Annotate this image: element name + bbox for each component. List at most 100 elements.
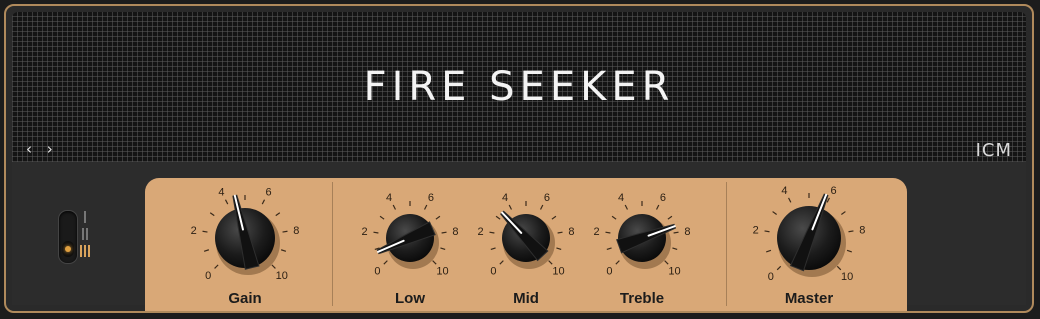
scale-tick [383, 260, 388, 265]
mid-label: Mid [513, 290, 539, 307]
master-knob[interactable]: 0 2 4 6 8 10 [744, 178, 874, 288]
scale-tick [672, 247, 678, 251]
scale-label: 0 [374, 266, 380, 278]
scale-tick [214, 264, 219, 269]
treble-knob[interactable]: 0 2 4 6 8 10 [577, 178, 707, 288]
scale-label: 8 [293, 225, 299, 237]
scale-tick [655, 204, 660, 210]
scale-label: 2 [478, 226, 484, 238]
scale-tick [423, 204, 428, 210]
scale-label: 10 [668, 266, 680, 278]
scale-label: 6 [428, 192, 434, 204]
scale-tick [490, 247, 496, 251]
scale-label: 10 [276, 270, 288, 282]
scale-tick [432, 260, 437, 265]
scale-label: 8 [859, 225, 865, 237]
scale-tick [275, 212, 281, 217]
chevron-left-icon[interactable]: ‹ [26, 140, 42, 158]
scale-tick [848, 230, 854, 233]
scale-tick [673, 231, 679, 234]
scale-label: 2 [362, 226, 368, 238]
scale-label: 4 [781, 185, 787, 197]
scale-tick [764, 230, 770, 233]
scale-tick [766, 249, 772, 253]
scale-tick [224, 199, 229, 205]
scale-tick [841, 211, 846, 215]
scale-tick [772, 211, 777, 215]
scale-label: 4 [502, 192, 508, 204]
amp-frame: FIRE SEEKER ‹ › ICM 0 2 4 6 8 10 Gain 0 2 4 6 8 10 Lo… [4, 4, 1034, 313]
scale-tick [203, 249, 210, 252]
low-knob[interactable]: 0 2 4 6 8 10 [345, 178, 475, 288]
level-2-marker [78, 228, 92, 240]
scale-tick [624, 204, 629, 210]
scale-label: 6 [544, 192, 550, 204]
scale-tick [846, 249, 852, 253]
treble-label: Treble [619, 290, 665, 307]
gain-label: Gain [228, 290, 262, 307]
scale-label: 8 [452, 226, 458, 238]
scale-tick [489, 231, 495, 234]
preset-nav: ‹ › [26, 140, 63, 158]
scale-tick [209, 212, 215, 217]
scale-tick [282, 230, 288, 233]
mid-knob[interactable]: 0 2 4 6 8 10 [461, 178, 591, 288]
scale-tick [605, 231, 611, 234]
channel-toggle-switch[interactable] [58, 210, 78, 264]
scale-tick [271, 264, 276, 269]
master-label: Master [784, 290, 834, 307]
scale-tick [667, 215, 673, 220]
scale-tick [539, 204, 544, 210]
speaker-grille: FIRE SEEKER ‹ › ICM [12, 12, 1026, 162]
scale-tick [440, 247, 446, 251]
scale-tick [499, 260, 504, 265]
control-panel: 0 2 4 6 8 10 Gain 0 2 4 6 8 10 Low 0 2 4 6 8 10 Mid 0 2 4 6 8 10 Tr… [145, 178, 907, 311]
panel-divider [332, 182, 333, 306]
panel-divider [726, 182, 727, 306]
gain-knob[interactable]: 0 2 4 6 8 10 [180, 178, 310, 288]
amp-title: FIRE SEEKER [363, 64, 675, 110]
scale-label: 2 [753, 225, 759, 237]
scale-tick [556, 247, 562, 251]
scale-tick [551, 215, 557, 220]
scale-tick [495, 215, 501, 220]
low-label: Low [395, 290, 425, 307]
scale-label: 2 [594, 226, 600, 238]
scale-tick [261, 199, 266, 205]
channel-level-indicator [78, 211, 92, 261]
scale-label: 6 [830, 185, 836, 197]
level-1-marker [78, 211, 92, 223]
scale-tick [435, 215, 441, 220]
scale-label: 0 [606, 266, 612, 278]
scale-tick [280, 249, 287, 252]
scale-tick [557, 231, 563, 234]
scale-label: 10 [841, 271, 853, 283]
scale-tick [373, 231, 379, 234]
scale-label: 4 [218, 187, 224, 199]
scale-tick [392, 204, 397, 210]
scale-tick [826, 197, 830, 203]
scale-tick [664, 260, 669, 265]
scale-label: 4 [618, 192, 624, 204]
scale-label: 6 [266, 187, 272, 199]
scale-tick [606, 247, 612, 251]
scale-label: 6 [660, 192, 666, 204]
brand-logo: ICM [975, 140, 1012, 161]
scale-tick [611, 215, 617, 220]
scale-tick [615, 260, 620, 265]
level-3-marker [78, 245, 92, 257]
scale-tick [441, 231, 447, 234]
scale-label: 2 [191, 225, 197, 237]
scale-tick [379, 215, 385, 220]
scale-label: 10 [552, 266, 564, 278]
scale-label: 10 [436, 266, 448, 278]
chevron-right-icon[interactable]: › [47, 140, 63, 158]
scale-tick [202, 230, 208, 233]
scale-label: 0 [490, 266, 496, 278]
scale-label: 8 [568, 226, 574, 238]
scale-tick [788, 197, 792, 203]
scale-label: 4 [386, 192, 392, 204]
scale-tick [776, 265, 782, 271]
scale-tick [508, 204, 513, 210]
scale-label: 0 [768, 271, 774, 283]
